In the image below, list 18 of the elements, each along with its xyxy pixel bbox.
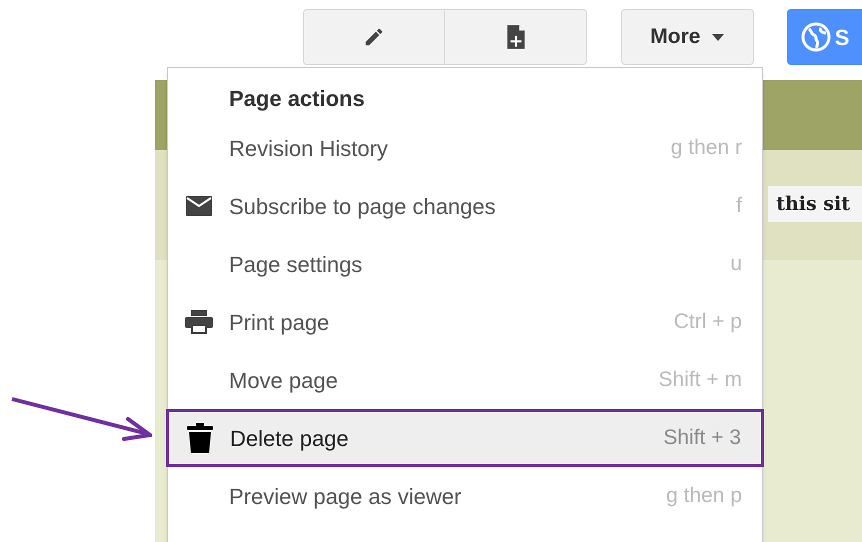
caret-icon bbox=[712, 34, 724, 40]
printer-icon bbox=[184, 310, 212, 334]
trash-icon bbox=[186, 423, 212, 453]
menu-item[interactable]: Preview page as viewer g then p bbox=[168, 467, 762, 525]
menu-item[interactable]: Page settings u bbox=[168, 235, 762, 293]
menu-item[interactable]: Move page Shift + m bbox=[168, 351, 762, 409]
menu-header: Page actions bbox=[229, 84, 366, 113]
pencil-icon bbox=[363, 26, 385, 48]
new-page-icon bbox=[504, 24, 526, 50]
globe-icon bbox=[800, 22, 831, 52]
menu-item[interactable]: Revision History g then r bbox=[168, 119, 762, 177]
menu-item[interactable]: Subscribe to page changes f bbox=[168, 177, 762, 235]
site-tag: this sit bbox=[768, 186, 862, 222]
menu-item[interactable]: Delete page Shift + 3 bbox=[166, 409, 764, 467]
envelope-icon bbox=[186, 196, 212, 216]
menu-item[interactable]: Print page Ctrl + p bbox=[168, 293, 762, 351]
new-page-button[interactable] bbox=[445, 9, 587, 65]
more-button[interactable]: More bbox=[621, 9, 754, 65]
